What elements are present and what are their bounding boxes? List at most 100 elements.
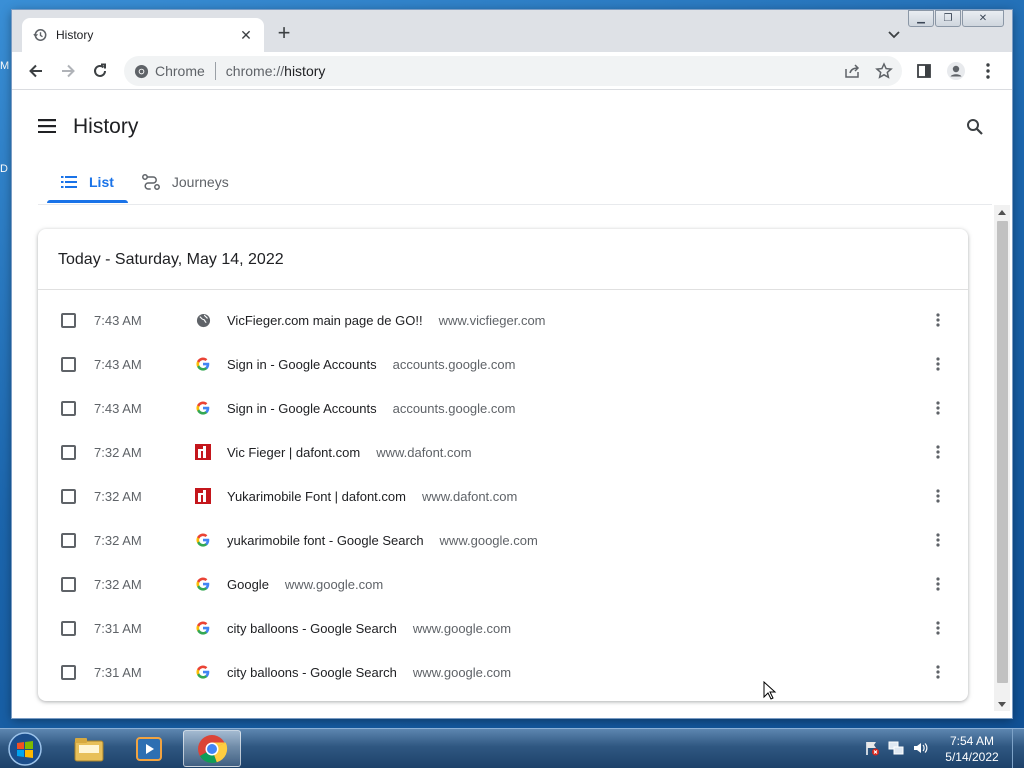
entry-domain: www.google.com xyxy=(284,576,384,592)
entry-title: Sign in - Google Accounts xyxy=(227,400,377,416)
entry-time: 7:43 AM xyxy=(94,312,142,328)
history-list: 7:43 AM VicFieger.com main page de GO!! ww… xyxy=(38,298,968,694)
scrollbar-thumb[interactable] xyxy=(997,221,1008,683)
google-icon xyxy=(195,400,211,416)
more-actions-icon[interactable] xyxy=(930,442,946,462)
more-actions-icon[interactable] xyxy=(930,398,946,418)
chrome-icon xyxy=(134,64,149,78)
tab-history[interactable]: History ✕ xyxy=(22,18,264,52)
minimize-button[interactable]: ▁ xyxy=(908,10,934,27)
more-actions-icon[interactable] xyxy=(930,618,946,638)
more-actions-icon[interactable] xyxy=(930,354,946,374)
entry-checkbox[interactable] xyxy=(61,312,76,328)
address-bar[interactable]: Chrome chrome://history xyxy=(124,56,902,86)
history-entry-row[interactable]: 7:31 AM city balloons - Google Search www.… xyxy=(38,606,968,650)
entry-title: Yukarimobile Font | dafont.com xyxy=(227,488,406,504)
tab-search-chevron-icon[interactable] xyxy=(885,25,903,43)
reload-icon[interactable] xyxy=(90,61,110,81)
entry-link[interactable]: yukarimobile font - Google Search www.goo… xyxy=(227,533,538,548)
taskbar-media-player[interactable] xyxy=(120,730,178,767)
profile-avatar-icon[interactable] xyxy=(946,61,966,81)
entry-title: yukarimobile font - Google Search xyxy=(227,532,424,548)
search-icon[interactable] xyxy=(966,118,984,136)
back-arrow-icon[interactable] xyxy=(26,61,46,81)
network-icon[interactable] xyxy=(888,740,904,756)
google-icon xyxy=(195,356,211,372)
entry-checkbox[interactable] xyxy=(61,400,76,416)
entry-domain: www.dafont.com xyxy=(421,488,518,504)
history-entry-row[interactable]: 7:32 AM Vic Fieger | dafont.com www.dafont… xyxy=(38,430,968,474)
chrome-icon xyxy=(198,734,228,763)
history-icon xyxy=(32,27,48,43)
entry-title: city balloons - Google Search xyxy=(227,620,397,636)
scroll-down-arrow-icon[interactable] xyxy=(994,697,1010,711)
new-tab-button[interactable]: + xyxy=(274,22,294,44)
forward-arrow-icon[interactable] xyxy=(58,61,78,81)
more-actions-icon[interactable] xyxy=(930,574,946,594)
taskbar-chrome[interactable] xyxy=(183,730,241,767)
date-header: Today - Saturday, May 14, 2022 xyxy=(58,251,284,268)
entry-link[interactable]: city balloons - Google Search www.google.… xyxy=(227,621,511,636)
entry-time: 7:31 AM xyxy=(94,664,142,680)
entry-domain: accounts.google.com xyxy=(392,356,516,372)
hamburger-menu-icon[interactable] xyxy=(38,119,58,135)
more-actions-icon[interactable] xyxy=(930,662,946,682)
entry-checkbox[interactable] xyxy=(61,620,76,636)
history-entry-row[interactable]: 7:43 AM VicFieger.com main page de GO!! ww… xyxy=(38,298,968,342)
tab-journeys-label: Journeys xyxy=(171,174,229,190)
entry-link[interactable]: VicFieger.com main page de GO!! www.vicfi… xyxy=(227,313,546,328)
entry-link[interactable]: Yukarimobile Font | dafont.com www.dafont… xyxy=(227,489,517,504)
more-actions-icon[interactable] xyxy=(930,486,946,506)
side-panel-icon[interactable] xyxy=(914,61,934,81)
bookmark-star-icon[interactable] xyxy=(874,61,894,81)
site-info-chip[interactable]: Chrome xyxy=(124,63,205,79)
tab-journeys[interactable]: Journeys xyxy=(128,161,243,203)
entry-time: 7:32 AM xyxy=(94,576,142,592)
entry-domain: accounts.google.com xyxy=(392,400,516,416)
history-entry-row[interactable]: 7:43 AM Sign in - Google Accounts accounts… xyxy=(38,386,968,430)
tab-close-icon[interactable]: ✕ xyxy=(238,27,254,43)
history-entry-row[interactable]: 7:43 AM Sign in - Google Accounts accounts… xyxy=(38,342,968,386)
history-entry-row[interactable]: 7:32 AM Yukarimobile Font | dafont.com www… xyxy=(38,474,968,518)
entry-time: 7:32 AM xyxy=(94,444,142,460)
google-icon xyxy=(195,576,211,592)
more-actions-icon[interactable] xyxy=(930,310,946,330)
system-tray xyxy=(864,740,928,756)
history-entry-row[interactable]: 7:32 AM yukarimobile font - Google Search… xyxy=(38,518,968,562)
history-tabs: List Journeys xyxy=(47,161,243,203)
omnibox-divider xyxy=(214,62,216,80)
entry-checkbox[interactable] xyxy=(61,356,76,372)
action-center-flag-icon[interactable] xyxy=(864,740,880,756)
google-icon xyxy=(195,532,211,548)
more-actions-icon[interactable] xyxy=(930,530,946,550)
dafont-icon xyxy=(195,444,211,460)
entry-checkbox[interactable] xyxy=(61,532,76,548)
journeys-icon xyxy=(141,174,160,190)
start-button[interactable] xyxy=(4,731,46,767)
page-scrollbar[interactable] xyxy=(994,205,1010,711)
show-desktop-button[interactable] xyxy=(1012,729,1024,768)
entry-link[interactable]: Vic Fieger | dafont.com www.dafont.com xyxy=(227,445,472,460)
entry-link[interactable]: city balloons - Google Search www.google.… xyxy=(227,665,511,680)
history-page: History List Journeys Today - Saturday, … xyxy=(12,91,1012,718)
tab-list[interactable]: List xyxy=(47,161,128,203)
share-icon[interactable] xyxy=(842,61,862,81)
entry-time: 7:31 AM xyxy=(94,620,142,636)
taskbar-clock[interactable]: 7:54 AM 5/14/2022 xyxy=(936,733,1008,765)
history-entry-row[interactable]: 7:32 AM Google www.google.com xyxy=(38,562,968,606)
volume-icon[interactable] xyxy=(912,740,928,756)
scroll-up-arrow-icon[interactable] xyxy=(994,205,1010,219)
entry-link[interactable]: Sign in - Google Accounts accounts.google… xyxy=(227,357,515,372)
maximize-button[interactable]: ❐ xyxy=(935,10,961,27)
entry-checkbox[interactable] xyxy=(61,576,76,592)
entry-checkbox[interactable] xyxy=(61,664,76,680)
entry-checkbox[interactable] xyxy=(61,444,76,460)
close-window-button[interactable]: ✕ xyxy=(962,10,1004,27)
entry-link[interactable]: Sign in - Google Accounts accounts.google… xyxy=(227,401,515,416)
history-entry-row[interactable]: 7:31 AM city balloons - Google Search www.… xyxy=(38,650,968,694)
kebab-menu-icon[interactable] xyxy=(978,61,998,81)
tab-list-label: List xyxy=(89,174,114,190)
entry-link[interactable]: Google www.google.com xyxy=(227,577,383,592)
taskbar-explorer[interactable] xyxy=(60,730,118,767)
entry-checkbox[interactable] xyxy=(61,488,76,504)
